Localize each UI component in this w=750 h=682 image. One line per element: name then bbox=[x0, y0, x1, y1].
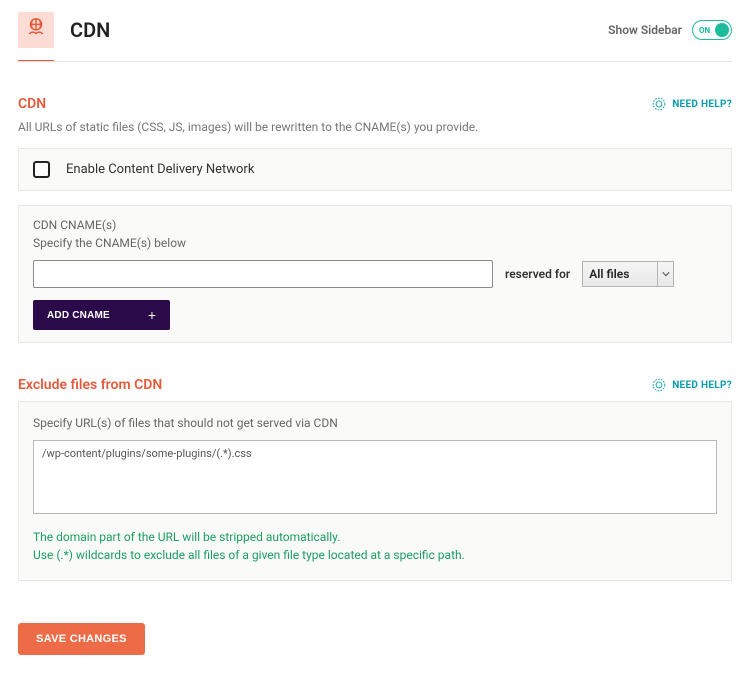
reserved-for-label: reserved for bbox=[505, 267, 570, 281]
cname-row: reserved for All files bbox=[33, 260, 717, 288]
select-value: All files bbox=[589, 267, 629, 281]
cdn-icon bbox=[25, 17, 47, 43]
header-right: Show Sidebar ON bbox=[608, 20, 732, 40]
show-sidebar-label: Show Sidebar bbox=[608, 23, 682, 37]
page-icon-wrap bbox=[18, 12, 54, 48]
cdn-section-title: CDN bbox=[18, 96, 46, 112]
enable-cdn-checkbox[interactable] bbox=[33, 161, 50, 178]
cdn-help-link[interactable]: NEED HELP? bbox=[652, 97, 732, 111]
help-label: NEED HELP? bbox=[672, 380, 732, 391]
exclude-section-head: Exclude files from CDN NEED HELP? bbox=[18, 377, 732, 393]
help-icon bbox=[652, 378, 666, 392]
cname-input[interactable] bbox=[33, 260, 493, 288]
add-cname-label: ADD CNAME bbox=[47, 310, 110, 321]
help-icon bbox=[652, 97, 666, 111]
enable-cdn-panel: Enable Content Delivery Network bbox=[18, 148, 732, 191]
enable-cdn-label: Enable Content Delivery Network bbox=[66, 162, 254, 177]
cdn-section: CDN NEED HELP? All URLs of static files … bbox=[18, 96, 732, 343]
header-divider bbox=[18, 61, 732, 62]
hint-line-1: The domain part of the URL will be strip… bbox=[33, 528, 717, 546]
cdn-section-desc: All URLs of static files (CSS, JS, image… bbox=[18, 120, 732, 134]
exclude-section: Exclude files from CDN NEED HELP? Specif… bbox=[18, 377, 732, 581]
save-changes-button[interactable]: SAVE CHANGES bbox=[18, 623, 145, 655]
plus-icon: + bbox=[148, 308, 156, 322]
exclude-textarea[interactable] bbox=[33, 440, 717, 514]
show-sidebar-toggle[interactable]: ON bbox=[692, 20, 732, 40]
toggle-knob bbox=[715, 23, 729, 37]
toggle-on-label: ON bbox=[699, 26, 710, 35]
exclude-hint: The domain part of the URL will be strip… bbox=[33, 528, 717, 564]
cdn-section-head: CDN NEED HELP? bbox=[18, 96, 732, 112]
reserved-for-select[interactable]: All files bbox=[582, 261, 674, 287]
exclude-desc: Specify URL(s) of files that should not … bbox=[33, 416, 717, 430]
hint-line-2: Use (.*) wildcards to exclude all files … bbox=[33, 546, 717, 564]
help-label: NEED HELP? bbox=[672, 99, 732, 110]
cname-panel: CDN CNAME(s) Specify the CNAME(s) below … bbox=[18, 205, 732, 343]
page-header: CDN Show Sidebar ON bbox=[18, 12, 732, 48]
cname-label: CDN CNAME(s) bbox=[33, 218, 717, 232]
exclude-help-link[interactable]: NEED HELP? bbox=[652, 378, 732, 392]
exclude-section-title: Exclude files from CDN bbox=[18, 377, 162, 393]
add-cname-button[interactable]: ADD CNAME + bbox=[33, 300, 170, 330]
enable-cdn-row: Enable Content Delivery Network bbox=[33, 161, 717, 178]
cname-sublabel: Specify the CNAME(s) below bbox=[33, 236, 717, 250]
page-title: CDN bbox=[70, 18, 110, 42]
header-left: CDN bbox=[18, 12, 110, 48]
exclude-panel: Specify URL(s) of files that should not … bbox=[18, 401, 732, 581]
chevron-down-icon bbox=[657, 262, 673, 286]
